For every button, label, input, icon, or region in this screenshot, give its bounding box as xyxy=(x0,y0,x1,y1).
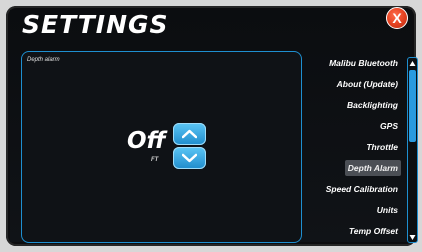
close-button[interactable]: X xyxy=(386,7,408,29)
menu-item-temp-offset[interactable]: Temp Offset xyxy=(346,223,401,239)
depth-alarm-panel: Depth alarm Off FT xyxy=(21,51,302,243)
menu-item-units[interactable]: Units xyxy=(374,202,401,218)
decrease-button[interactable] xyxy=(173,147,206,169)
depth-alarm-value: Off xyxy=(127,128,166,154)
scroll-up-icon[interactable] xyxy=(409,60,416,68)
menu-item-malibu-bluetooth[interactable]: Malibu Bluetooth xyxy=(326,55,401,71)
scroll-thumb[interactable] xyxy=(409,70,416,142)
panel-label: Depth alarm xyxy=(27,57,60,63)
menu-scrollbar[interactable] xyxy=(407,57,418,243)
chevron-up-icon xyxy=(182,129,197,139)
page-title: SETTINGS xyxy=(22,10,169,39)
menu-item-backlighting[interactable]: Backlighting xyxy=(344,97,401,113)
scroll-down-icon[interactable] xyxy=(409,233,416,241)
menu-item-depth-alarm[interactable]: Depth Alarm xyxy=(344,160,401,176)
increase-button[interactable] xyxy=(173,123,206,145)
menu-item-about-update[interactable]: About (Update) xyxy=(334,76,401,92)
depth-alarm-stepper xyxy=(173,123,206,169)
menu-item-speed-calibration[interactable]: Speed Calibration xyxy=(323,181,401,197)
menu-item-gps[interactable]: GPS xyxy=(377,118,401,134)
depth-alarm-unit: FT xyxy=(151,157,159,163)
chevron-down-icon xyxy=(182,153,197,163)
close-icon: X xyxy=(392,10,402,26)
menu-item-throttle[interactable]: Throttle xyxy=(363,139,401,155)
